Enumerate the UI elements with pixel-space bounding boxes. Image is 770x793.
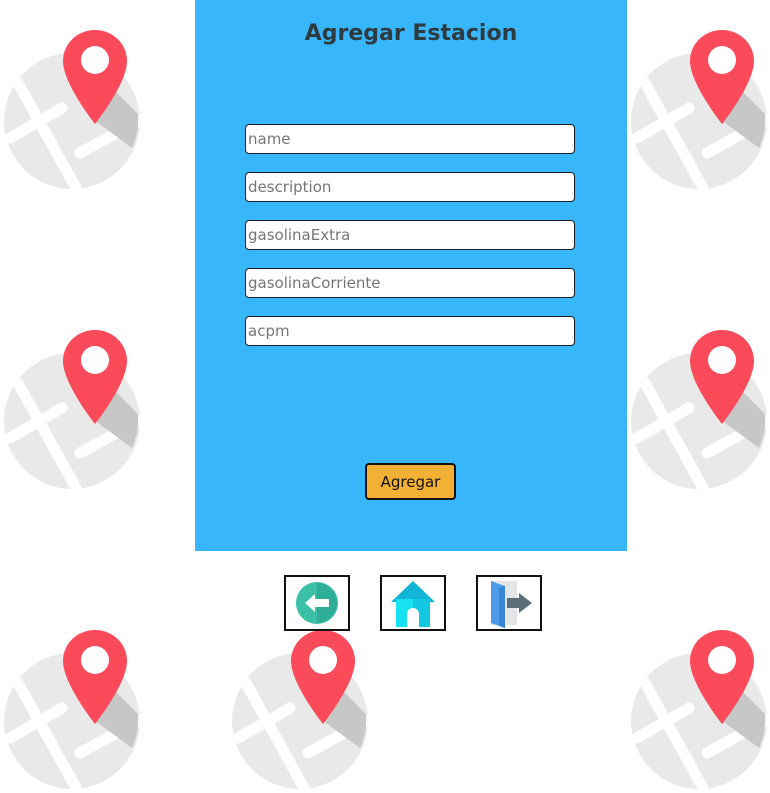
map-pin-icon [2, 28, 142, 193]
logout-button[interactable] [476, 575, 542, 631]
map-pin-icon [629, 328, 769, 493]
acpm-input[interactable] [245, 316, 575, 346]
add-station-panel: Agregar Estacion Agregar [195, 0, 627, 551]
home-icon [386, 578, 440, 628]
map-pin-icon [629, 628, 769, 793]
logout-door-icon [481, 578, 537, 628]
map-pin-icon [2, 628, 142, 793]
back-arrow-icon [295, 581, 339, 625]
home-button[interactable] [380, 575, 446, 631]
gasolina-corriente-input[interactable] [245, 268, 575, 298]
gasolina-extra-input[interactable] [245, 220, 575, 250]
page-title: Agregar Estacion [304, 21, 518, 46]
description-input[interactable] [245, 172, 575, 202]
map-pin-icon [2, 328, 142, 493]
name-input[interactable] [245, 124, 575, 154]
map-pin-icon [230, 628, 370, 793]
map-pin-icon [629, 28, 769, 193]
add-station-button[interactable]: Agregar [365, 463, 456, 500]
back-button[interactable] [284, 575, 350, 631]
